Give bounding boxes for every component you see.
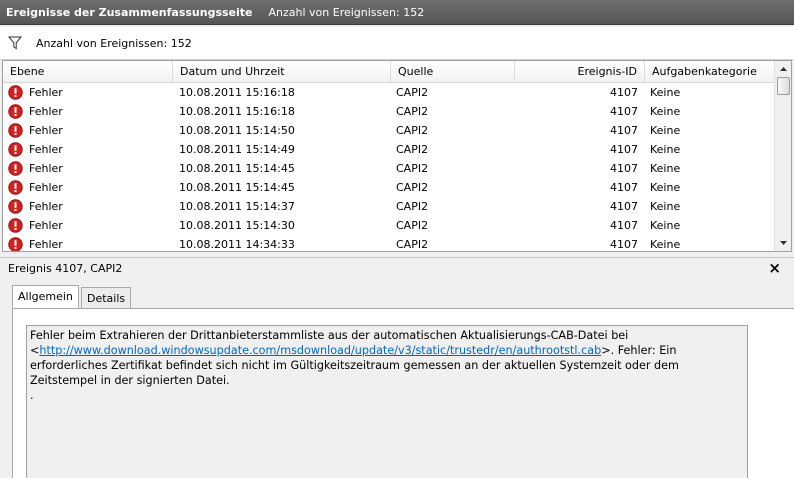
column-header-event-id[interactable]: Ereignis-ID xyxy=(515,61,645,82)
cell-category: Keine xyxy=(650,181,681,194)
cell-level: Fehler xyxy=(29,86,63,99)
column-header-source[interactable]: Quelle xyxy=(391,61,515,82)
cell-event-id: 4107 xyxy=(610,219,638,232)
filter-bar: Anzahl von Ereignissen: 152 xyxy=(0,27,794,60)
scroll-down-icon[interactable] xyxy=(775,235,791,251)
cell-source: CAPI2 xyxy=(396,200,429,213)
tab-details[interactable]: Details xyxy=(81,287,132,308)
cell-level: Fehler xyxy=(29,181,63,194)
cell-source: CAPI2 xyxy=(396,124,429,137)
window-title: Ereignisse der Zusammenfassungsseite xyxy=(6,5,253,19)
cell-level: Fehler xyxy=(29,200,63,213)
cell-level: Fehler xyxy=(29,124,63,137)
tab-allgemein[interactable]: Allgemein xyxy=(12,285,79,308)
cell-date: 10.08.2011 15:14:37 xyxy=(179,200,295,213)
error-icon xyxy=(8,218,23,233)
cell-date: 10.08.2011 15:16:18 xyxy=(179,86,295,99)
error-icon xyxy=(8,161,23,176)
cell-category: Keine xyxy=(650,238,681,251)
error-icon xyxy=(8,85,23,100)
cell-date: 10.08.2011 15:16:18 xyxy=(179,105,295,118)
column-header-level[interactable]: Ebene xyxy=(3,61,173,82)
table-row[interactable]: Fehler 10.08.2011 15:16:18 CAPI2 4107 Keine xyxy=(3,102,775,121)
cell-event-id: 4107 xyxy=(610,86,638,99)
table-scrollbar[interactable] xyxy=(774,61,791,251)
cell-category: Keine xyxy=(650,200,681,213)
scroll-up-icon[interactable] xyxy=(775,61,791,77)
cell-category: Keine xyxy=(650,219,681,232)
table-row[interactable]: Fehler 10.08.2011 14:34:33 CAPI2 4107 Keine xyxy=(3,235,775,251)
cell-date: 10.08.2011 15:14:45 xyxy=(179,162,295,175)
cell-category: Keine xyxy=(650,124,681,137)
cell-date: 10.08.2011 14:34:33 xyxy=(179,238,295,251)
column-header-date[interactable]: Datum und Uhrzeit xyxy=(173,61,391,82)
error-icon xyxy=(8,123,23,138)
cell-category: Keine xyxy=(650,86,681,99)
window-subtitle: Anzahl von Ereignissen: 152 xyxy=(268,5,425,19)
cell-source: CAPI2 xyxy=(396,181,429,194)
column-header-category[interactable]: Aufgabenkategorie xyxy=(645,61,775,82)
table-row[interactable]: Fehler 10.08.2011 15:14:49 CAPI2 4107 Keine xyxy=(3,140,775,159)
events-table: Ebene Datum und Uhrzeit Quelle Ereignis-… xyxy=(2,60,792,252)
error-icon xyxy=(8,199,23,214)
table-row[interactable]: Fehler 10.08.2011 15:14:30 CAPI2 4107 Keine xyxy=(3,216,775,235)
error-icon xyxy=(8,104,23,119)
cell-level: Fehler xyxy=(29,238,63,251)
cell-category: Keine xyxy=(650,143,681,156)
window-titlebar: Ereignisse der Zusammenfassungsseite Anz… xyxy=(0,0,794,25)
table-body: Fehler 10.08.2011 15:16:18 CAPI2 4107 Keine F… xyxy=(3,83,775,251)
cell-source: CAPI2 xyxy=(396,86,429,99)
cell-source: CAPI2 xyxy=(396,219,429,232)
cell-level: Fehler xyxy=(29,219,63,232)
event-message[interactable]: Fehler beim Extrahieren der Drittanbiete… xyxy=(26,325,748,478)
table-header: Ebene Datum und Uhrzeit Quelle Ereignis-… xyxy=(3,61,775,83)
table-row[interactable]: Fehler 10.08.2011 15:14:45 CAPI2 4107 Keine xyxy=(3,159,775,178)
cell-source: CAPI2 xyxy=(396,162,429,175)
table-row[interactable]: Fehler 10.08.2011 15:14:50 CAPI2 4107 Keine xyxy=(3,121,775,140)
event-detail-header: Ereignis 4107, CAPI2 × xyxy=(0,257,794,280)
cell-category: Keine xyxy=(650,105,681,118)
cell-event-id: 4107 xyxy=(610,200,638,213)
filter-icon[interactable] xyxy=(8,36,22,50)
cell-date: 10.08.2011 15:14:49 xyxy=(179,143,295,156)
authroot-link[interactable]: http://www.download.windowsupdate.com/ms… xyxy=(39,344,601,357)
cell-level: Fehler xyxy=(29,162,63,175)
cell-date: 10.08.2011 15:14:30 xyxy=(179,219,295,232)
cell-source: CAPI2 xyxy=(396,105,429,118)
cell-date: 10.08.2011 15:14:50 xyxy=(179,124,295,137)
cell-event-id: 4107 xyxy=(610,162,638,175)
cell-event-id: 4107 xyxy=(610,143,638,156)
table-row[interactable]: Fehler 10.08.2011 15:16:18 CAPI2 4107 Keine xyxy=(3,83,775,102)
error-icon xyxy=(8,142,23,157)
error-icon xyxy=(8,180,23,195)
cell-category: Keine xyxy=(650,162,681,175)
cell-date: 10.08.2011 15:14:45 xyxy=(179,181,295,194)
cell-event-id: 4107 xyxy=(610,124,638,137)
cell-event-id: 4107 xyxy=(610,238,638,251)
cell-source: CAPI2 xyxy=(396,238,429,251)
table-row[interactable]: Fehler 10.08.2011 15:14:37 CAPI2 4107 Keine xyxy=(3,197,775,216)
close-icon[interactable]: × xyxy=(768,259,781,277)
cell-level: Fehler xyxy=(29,105,63,118)
cell-event-id: 4107 xyxy=(610,181,638,194)
error-icon xyxy=(8,237,23,251)
cell-level: Fehler xyxy=(29,143,63,156)
table-row[interactable]: Fehler 10.08.2011 15:14:45 CAPI2 4107 Keine xyxy=(3,178,775,197)
cell-event-id: 4107 xyxy=(610,105,638,118)
event-count-label: Anzahl von Ereignissen: 152 xyxy=(36,36,192,50)
event-detail-title: Ereignis 4107, CAPI2 xyxy=(8,262,123,275)
cell-source: CAPI2 xyxy=(396,143,429,156)
message-tail: . xyxy=(30,389,34,402)
scroll-thumb[interactable] xyxy=(777,77,790,95)
